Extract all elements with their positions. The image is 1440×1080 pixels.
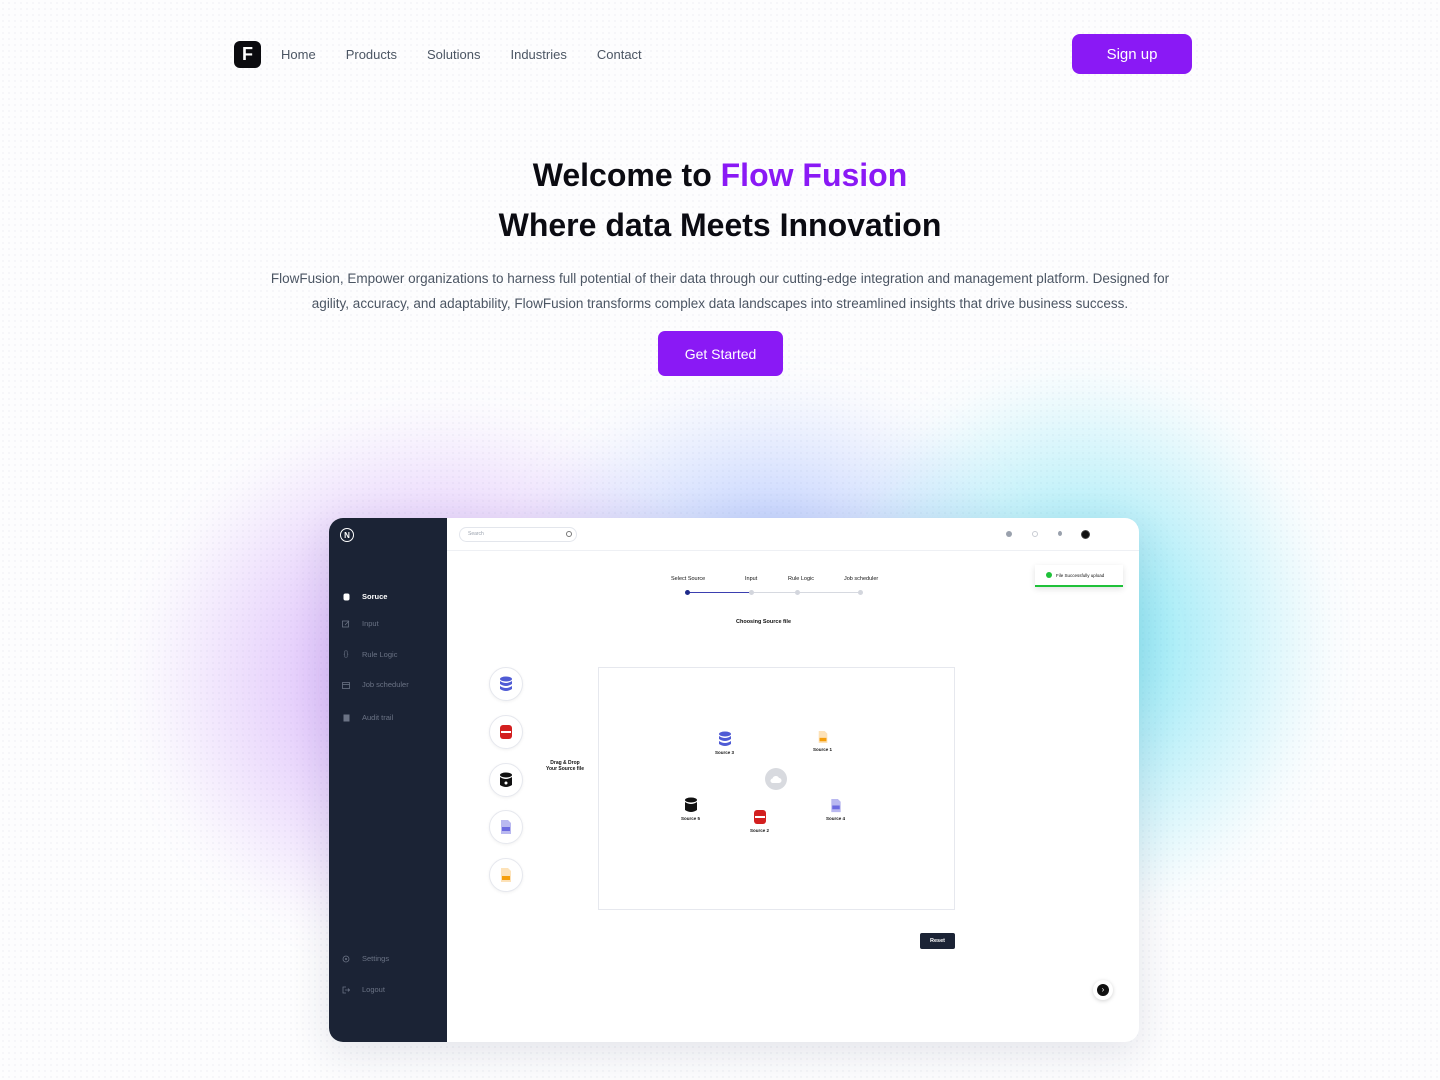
sidebar-item-settings[interactable]: Settings bbox=[342, 954, 389, 963]
nav-link-home[interactable]: Home bbox=[281, 47, 316, 62]
database-dark-icon bbox=[684, 797, 697, 812]
brand-logo[interactable]: F bbox=[234, 40, 261, 68]
source-option-database-dark[interactable] bbox=[489, 763, 523, 797]
step-input[interactable]: Input bbox=[745, 576, 757, 582]
sidebar-item-source[interactable]: Soruce bbox=[342, 592, 387, 601]
get-started-button[interactable]: Get Started bbox=[658, 331, 783, 376]
step-job-scheduler[interactable]: Job scheduler bbox=[844, 576, 878, 582]
gear-icon bbox=[342, 955, 350, 963]
source-node-5[interactable]: Source 5 bbox=[681, 797, 700, 821]
step-dot bbox=[795, 590, 800, 595]
sidebar-item-label: Audit trail bbox=[362, 713, 394, 722]
sidebar-item-job-scheduler[interactable]: Job scheduler bbox=[342, 680, 409, 689]
file-orange-icon bbox=[818, 731, 827, 743]
drag-drop-label: Drag & Drop Your Source file bbox=[535, 760, 595, 772]
hero-subtitle: Where data Meets Innovation bbox=[498, 207, 942, 243]
signup-button[interactable]: Sign up bbox=[1072, 34, 1192, 74]
step-dot bbox=[749, 590, 754, 595]
database-icon bbox=[718, 731, 731, 746]
source-option-oracle[interactable] bbox=[489, 715, 523, 749]
sidebar-item-label: Rule Logic bbox=[362, 650, 398, 659]
nav-link-contact[interactable]: Contact bbox=[597, 47, 642, 62]
toast-text: File Successfully upload bbox=[1056, 572, 1105, 578]
sidebar-item-label: Job scheduler bbox=[362, 680, 409, 689]
source-node-3[interactable]: Source 3 bbox=[715, 731, 734, 755]
source-node-label: Source 3 bbox=[715, 750, 735, 755]
oracle-icon bbox=[753, 810, 766, 824]
check-icon bbox=[1046, 572, 1052, 578]
reset-button[interactable]: Reset bbox=[920, 933, 955, 949]
sidebar-item-rule-logic[interactable]: {} Rule Logic bbox=[342, 650, 398, 659]
logout-icon bbox=[342, 986, 350, 994]
source-node-4[interactable]: Source 4 bbox=[826, 798, 845, 821]
hero-title: Welcome to Flow Fusion bbox=[0, 157, 1440, 194]
oracle-icon bbox=[500, 725, 512, 739]
stepper-progress bbox=[688, 592, 751, 593]
top-nav: F Home Products Solutions Industries Con… bbox=[234, 34, 1192, 74]
sidebar-item-label: Logout bbox=[362, 985, 385, 994]
sidebar-item-logout[interactable]: Logout bbox=[342, 985, 385, 994]
sidebar-item-label: Settings bbox=[362, 954, 390, 963]
sidebar-item-label: Input bbox=[362, 619, 379, 628]
sidebar-item-input[interactable]: Input bbox=[342, 619, 379, 628]
source-node-1[interactable]: Source 1 bbox=[813, 730, 832, 752]
sidebar-item-audit-trail[interactable]: Audit trail bbox=[342, 713, 393, 722]
choosing-source-label: Choosing Source file bbox=[736, 619, 792, 625]
nav-links: Home Products Solutions Industries Conta… bbox=[281, 47, 642, 62]
file-icon bbox=[501, 820, 511, 834]
step-dot bbox=[858, 590, 863, 595]
hero-description: FlowFusion, Empower organizations to har… bbox=[270, 271, 1170, 311]
source-option-file-orange[interactable] bbox=[489, 858, 523, 892]
source-node-label: Source 1 bbox=[813, 747, 833, 752]
nav-link-solutions[interactable]: Solutions bbox=[427, 47, 480, 62]
source-node-label: Source 2 bbox=[750, 828, 770, 833]
source-node-label: Source 4 bbox=[826, 816, 846, 821]
nav-link-products[interactable]: Products bbox=[346, 47, 397, 62]
hero-title-brand: Flow Fusion bbox=[720, 157, 908, 193]
database-icon bbox=[500, 676, 512, 691]
app-logo: N bbox=[340, 528, 354, 542]
drag-drop-line-2: Your Source file bbox=[546, 766, 584, 772]
source-node-label: Source 5 bbox=[681, 816, 701, 821]
database-icon bbox=[342, 593, 350, 601]
app-sidebar: N Soruce Input {} Rule Logic Job schedul… bbox=[329, 518, 447, 1042]
nav-link-industries[interactable]: Industries bbox=[510, 47, 566, 62]
file-icon bbox=[830, 798, 841, 813]
source-option-database[interactable] bbox=[489, 667, 523, 701]
hero-title-prefix: Welcome to bbox=[532, 157, 721, 193]
step-dot-active bbox=[685, 590, 690, 595]
document-icon bbox=[342, 714, 350, 722]
step-rule-logic[interactable]: Rule Logic bbox=[788, 576, 814, 582]
step-select-source[interactable]: Select Source bbox=[671, 576, 705, 582]
source-option-file[interactable] bbox=[489, 810, 523, 844]
app-preview: N Soruce Input {} Rule Logic Job schedul… bbox=[329, 518, 1139, 1042]
next-button[interactable]: › bbox=[1093, 980, 1113, 1000]
success-toast: File Successfully upload bbox=[1035, 565, 1123, 587]
calendar-icon bbox=[342, 681, 350, 689]
sidebar-item-label: Soruce bbox=[362, 592, 388, 601]
database-dark-icon bbox=[500, 772, 512, 787]
chevron-right-icon: › bbox=[1097, 984, 1109, 996]
edit-icon bbox=[342, 620, 350, 628]
source-node-2[interactable]: Source 2 bbox=[750, 809, 769, 833]
file-orange-icon bbox=[501, 868, 511, 882]
braces-icon: {} bbox=[343, 651, 349, 658]
cloud-upload-icon[interactable] bbox=[765, 768, 787, 790]
